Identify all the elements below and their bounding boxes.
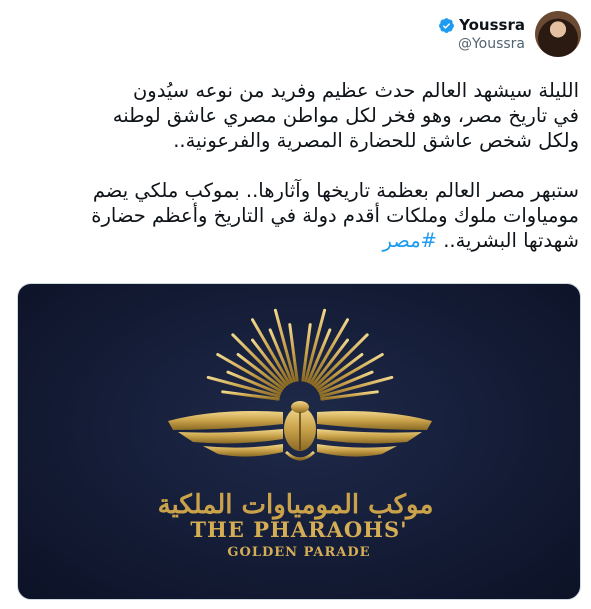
- author-names: Youssra @Youssra: [438, 16, 525, 52]
- paragraph-1: الليلة سيشهد العالم حدث عظيم وفريد من نو…: [13, 78, 579, 153]
- author-handle[interactable]: @Youssra: [458, 36, 525, 52]
- hashtag-link[interactable]: #مصر: [383, 229, 437, 252]
- text-line: ولكل شخص عاشق للحضارة المصرية والفرعونية…: [173, 129, 579, 152]
- media-arabic-logo: موكب المومياوات الملكية: [157, 490, 434, 520]
- text-line: ستبهر مصر العالم بعظمة تاريخها وآثارها..…: [92, 179, 579, 202]
- text-line: شهدتها البشرية..: [443, 229, 579, 252]
- avatar[interactable]: [535, 11, 581, 57]
- text-line: الليلة سيشهد العالم حدث عظيم وفريد من نو…: [132, 79, 579, 102]
- verified-badge-icon: [439, 17, 455, 33]
- text-line: مومياوات ملوك وملكات أقدم دولة في التاري…: [91, 204, 579, 227]
- author-display-name[interactable]: Youssra: [459, 16, 525, 34]
- name-row: Youssra: [438, 16, 525, 34]
- tweet-header: Youssra @Youssra: [10, 10, 581, 58]
- tweet-card: Youssra @Youssra الليلة سيشهد العالم حدث…: [0, 0, 591, 609]
- media-title-line-1: THE PHARAOHS': [190, 517, 408, 542]
- text-line: في تاريخ مصر، وهو فخر لكل مواطن مصري عاش…: [112, 104, 579, 127]
- paragraph-2: ستبهر مصر العالم بعظمة تاريخها وآثارها..…: [13, 178, 579, 253]
- media-title-line-2: GOLDEN PARADE: [227, 545, 371, 560]
- tweet-text: الليلة سيشهد العالم حدث عظيم وفريد من نو…: [13, 78, 579, 253]
